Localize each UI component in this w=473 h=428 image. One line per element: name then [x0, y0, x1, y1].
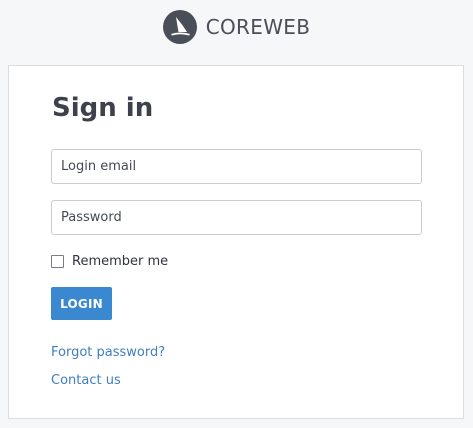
password-field[interactable] — [51, 200, 422, 235]
signin-card: Sign in Remember me LOGIN Forgot passwor… — [8, 65, 464, 419]
page-title: Sign in — [52, 93, 154, 123]
remember-me-checkbox[interactable] — [51, 255, 64, 268]
brand-name: COREWEB — [205, 15, 311, 39]
email-field[interactable] — [51, 149, 422, 184]
brand-header: COREWEB — [0, 9, 473, 45]
remember-me-option[interactable]: Remember me — [51, 254, 168, 269]
forgot-password-link[interactable]: Forgot password? — [51, 345, 165, 360]
login-button[interactable]: LOGIN — [51, 287, 112, 320]
sail-logo-icon — [162, 10, 197, 44]
contact-us-link[interactable]: Contact us — [51, 373, 121, 388]
remember-me-label: Remember me — [72, 254, 169, 269]
